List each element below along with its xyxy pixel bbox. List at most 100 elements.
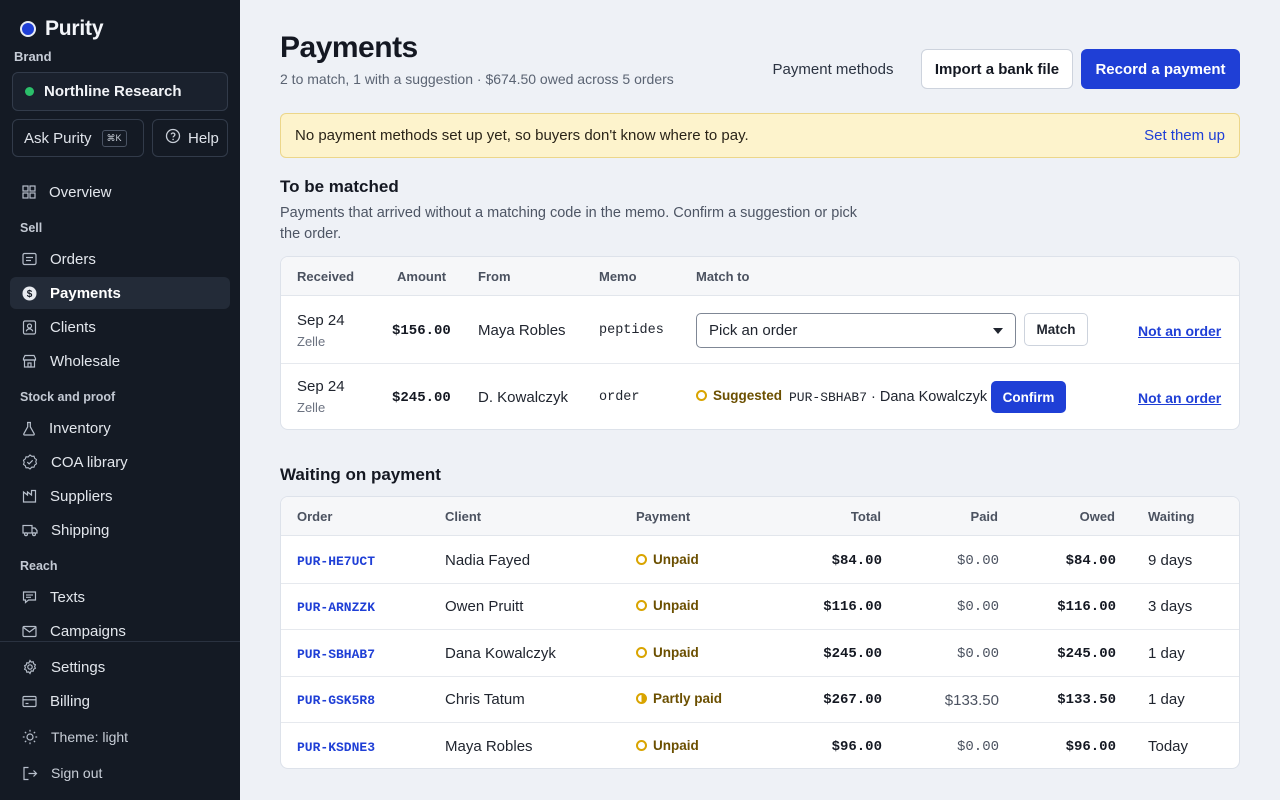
table-row: Sep 24 Zelle $156.00 Maya Robles peptide… [281, 297, 1239, 364]
app-name: Purity [45, 17, 104, 40]
column-header: Memo [599, 269, 637, 284]
owed: $245.00 [1057, 646, 1116, 662]
nav-item-orders[interactable]: Orders [10, 243, 230, 275]
help-label: Help [188, 129, 219, 147]
match-button[interactable]: Match [1024, 313, 1088, 346]
column-header: Total [850, 509, 881, 524]
not-an-order-link[interactable]: Not an order [1138, 323, 1221, 339]
status-label: Unpaid [653, 598, 699, 613]
order-id-link[interactable]: PUR-HE7UCT [297, 554, 375, 569]
nav-label: Wholesale [50, 352, 121, 370]
waiting-table: Order Client Payment Total Paid Owed Wai… [280, 496, 1240, 769]
help-button[interactable]: Help [152, 119, 228, 157]
section-title-to-match: To be matched [280, 177, 399, 196]
column-header: Match to [696, 269, 750, 284]
table-row[interactable]: PUR-SBHAB7 Dana Kowalczyk Unpaid $245.00… [281, 630, 1239, 677]
nav-item-suppliers[interactable]: Suppliers [10, 480, 230, 512]
status-label: Unpaid [653, 552, 699, 567]
column-header: Payment [636, 509, 691, 524]
suggested-client: · Dana Kowalczyk [867, 389, 988, 405]
ask-purity-button[interactable]: Ask Purity ⌘K [12, 119, 144, 157]
suggested-order-id: PUR-SBHAB7 [789, 390, 868, 405]
nav-item-billing[interactable]: Billing [10, 685, 230, 717]
total: $116.00 [823, 599, 882, 615]
waiting-time: Today [1148, 738, 1189, 755]
payment-status-badge: Unpaid [636, 645, 699, 660]
table-row: Sep 24 Zelle $245.00 D. Kowalczyk order … [281, 364, 1239, 429]
paid: $0.00 [956, 599, 999, 615]
brand-name: Northline Research [44, 83, 182, 100]
table-row[interactable]: PUR-ARNZZK Owen Pruitt Unpaid $116.00 $0… [281, 584, 1239, 630]
order-select[interactable]: Pick an order [696, 313, 1016, 348]
nav-item-clients[interactable]: Clients [10, 311, 230, 343]
app-logo[interactable]: Purity [20, 17, 104, 41]
nav-section-stock: Stock and proof [20, 390, 116, 404]
half-circle-icon [636, 693, 647, 704]
section-description: Payments that arrived without a matching… [280, 205, 858, 242]
nav-item-settings[interactable]: Settings [10, 651, 230, 683]
status-label: Unpaid [653, 738, 699, 753]
nav-item-campaigns[interactable]: Campaigns [10, 615, 230, 647]
table-row[interactable]: PUR-KSDNE3 Maya Robles Unpaid $96.00 $0.… [281, 723, 1239, 768]
help-icon [165, 128, 181, 149]
total: $84.00 [831, 553, 882, 569]
column-header: Received [297, 269, 355, 284]
shortcut-badge: ⌘K [101, 129, 127, 147]
sidebar-divider [0, 641, 240, 642]
page-subtitle: 2 to match, 1 with a suggestion · $674.5… [280, 71, 674, 87]
to-match-table: Received Amount From Memo Match to Sep 2… [280, 256, 1240, 430]
nav-label: Clients [50, 318, 96, 336]
received-date: Sep 24 [297, 378, 345, 395]
sign-out-button[interactable]: Sign out [10, 757, 230, 789]
owed: $133.50 [1057, 692, 1116, 708]
nav-item-inventory[interactable]: Inventory [10, 412, 230, 444]
nav-item-payments[interactable]: $ Payments [10, 277, 230, 309]
paid: $0.00 [956, 553, 999, 569]
nav-item-wholesale[interactable]: Wholesale [10, 345, 230, 377]
chevron-down-icon [993, 328, 1003, 334]
order-id-link[interactable]: PUR-SBHAB7 [297, 647, 375, 662]
truck-icon [22, 523, 38, 537]
nav-label: Inventory [49, 419, 111, 437]
pending-ring-icon [696, 390, 707, 401]
status-label: Partly paid [653, 691, 723, 706]
unpaid-ring-icon [636, 600, 647, 611]
set-them-up-link[interactable]: Set them up [1144, 127, 1225, 144]
flask-icon [22, 421, 36, 436]
waiting-time: 1 day [1148, 645, 1185, 662]
waiting-time: 1 day [1148, 691, 1185, 708]
credit-card-icon [22, 695, 37, 708]
client-name: Maya Robles [445, 738, 533, 755]
nav-label: Theme: light [51, 729, 129, 745]
order-id-link[interactable]: PUR-GSK5R8 [297, 693, 375, 708]
nav-item-coa-library[interactable]: COA library [10, 446, 230, 478]
payment-methods-button[interactable]: Payment methods [760, 49, 906, 89]
table-row[interactable]: PUR-GSK5R8 Chris Tatum Partly paid $267.… [281, 677, 1239, 723]
nav-label: Shipping [51, 521, 110, 539]
order-id-link[interactable]: PUR-KSDNE3 [297, 740, 375, 755]
unpaid-ring-icon [636, 740, 647, 751]
import-bank-file-button[interactable]: Import a bank file [921, 49, 1073, 89]
nav-section-sell: Sell [20, 221, 43, 235]
order-id-link[interactable]: PUR-ARNZZK [297, 600, 375, 615]
logo-icon [20, 21, 36, 37]
column-header: Paid [970, 509, 998, 524]
table-row[interactable]: PUR-HE7UCT Nadia Fayed Unpaid $84.00 $0.… [281, 537, 1239, 584]
nav-item-overview[interactable]: Overview [10, 176, 230, 208]
not-an-order-link[interactable]: Not an order [1138, 390, 1221, 406]
unpaid-ring-icon [636, 554, 647, 565]
theme-toggle[interactable]: Theme: light [10, 721, 230, 753]
grid-icon [22, 185, 36, 199]
unpaid-ring-icon [636, 647, 647, 658]
badge-check-icon [22, 454, 38, 470]
record-payment-button[interactable]: Record a payment [1081, 49, 1240, 89]
confirm-button[interactable]: Confirm [991, 381, 1066, 413]
column-header: Owed [1079, 509, 1115, 524]
nav-item-texts[interactable]: Texts [10, 581, 230, 613]
brand-switcher[interactable]: Northline Research [12, 72, 228, 111]
owed: $96.00 [1065, 739, 1116, 755]
nav-item-shipping[interactable]: Shipping [10, 514, 230, 546]
store-icon [22, 354, 37, 368]
sidebar: Purity Brand Northline Research Ask Puri… [0, 0, 240, 800]
payment-method: Zelle [297, 334, 326, 349]
